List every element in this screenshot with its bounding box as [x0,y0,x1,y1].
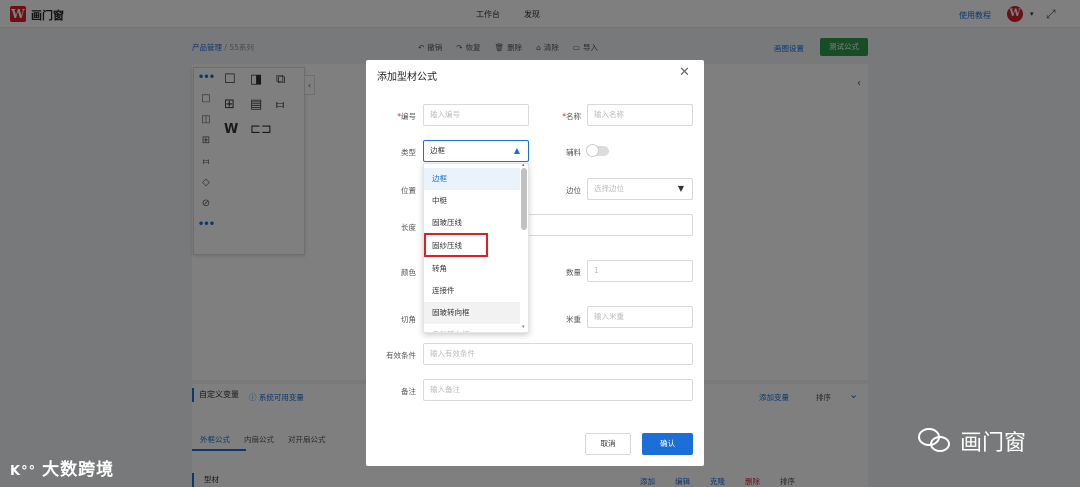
watermark-logo: K°° [10,464,37,479]
qty-label: 数量 [566,268,581,277]
dropdown-option-glass-bead[interactable]: 固玻压线 [424,212,520,234]
name-input[interactable]: 输入名称 [587,104,693,126]
condition-label: 有效条件 [386,351,416,360]
condition-input[interactable]: 输入有效条件 [423,343,693,365]
aux-toggle[interactable] [586,144,609,157]
name-label: *名称 [541,111,581,122]
aux-label: 辅料 [566,148,581,157]
watermark-left: K°° 大数跨境 [10,455,114,480]
dropdown-option-mullion[interactable]: 中梃 [424,190,520,212]
qty-input[interactable]: 1 [587,260,693,282]
confirm-button[interactable]: 确认 [642,433,693,455]
edge-label: 边位 [566,186,581,195]
dropdown-option-glass-turn-frame[interactable]: 固玻转向框 [424,302,520,324]
scroll-down-icon[interactable]: ▾ [522,324,525,330]
name-label-text: 名称 [566,112,581,121]
angle-label: 切角 [401,315,416,324]
dialog-title: 添加型材公式 [377,72,437,83]
dropdown-option-corner[interactable]: 转角 [424,258,520,280]
add-profile-formula-dialog: 添加型材公式 ✕ *编号 输入编号 *名称 输入名称 类型 边框 ▲ 辅料 位置… [366,60,704,466]
dropdown-option-frame[interactable]: 边框 [424,168,520,190]
type-select[interactable]: 边框 ▲ [423,140,529,162]
position-label: 位置 [401,186,416,195]
highlight-annotation [424,233,488,257]
dropdown-scrollbar[interactable] [521,168,527,230]
edge-select-placeholder: 选择边位 [594,184,624,193]
close-icon[interactable]: ✕ [679,65,690,80]
meter-weight-label: 米重 [566,315,581,324]
code-input[interactable]: 输入编号 [423,104,529,126]
note-input[interactable]: 输入备注 [423,379,693,401]
caret-down-icon: ▼ [677,184,684,193]
toggle-knob [586,144,599,157]
watermark-left-text: 大数跨境 [42,460,115,480]
caret-up-icon: ▲ [513,146,520,155]
type-select-value: 边框 [430,146,445,155]
code-label: *编号 [376,111,416,122]
wechat-icon [918,428,952,454]
note-label: 备注 [401,387,416,396]
watermark-right: 画门窗 [918,425,1026,457]
watermark-right-text: 画门窗 [960,431,1027,456]
edge-select[interactable]: 选择边位 ▼ [587,178,693,200]
type-label: 类型 [401,148,416,157]
length-label: 长度 [401,223,416,232]
cancel-button[interactable]: 取消 [585,433,631,455]
code-label-text: 编号 [401,112,416,121]
color-label: 颜色 [401,268,416,277]
meter-weight-input[interactable]: 输入米重 [587,306,693,328]
dropdown-option-sash-turn-frame[interactable]: 扇料转向框 [424,324,520,332]
dropdown-option-connector[interactable]: 连接件 [424,280,520,302]
